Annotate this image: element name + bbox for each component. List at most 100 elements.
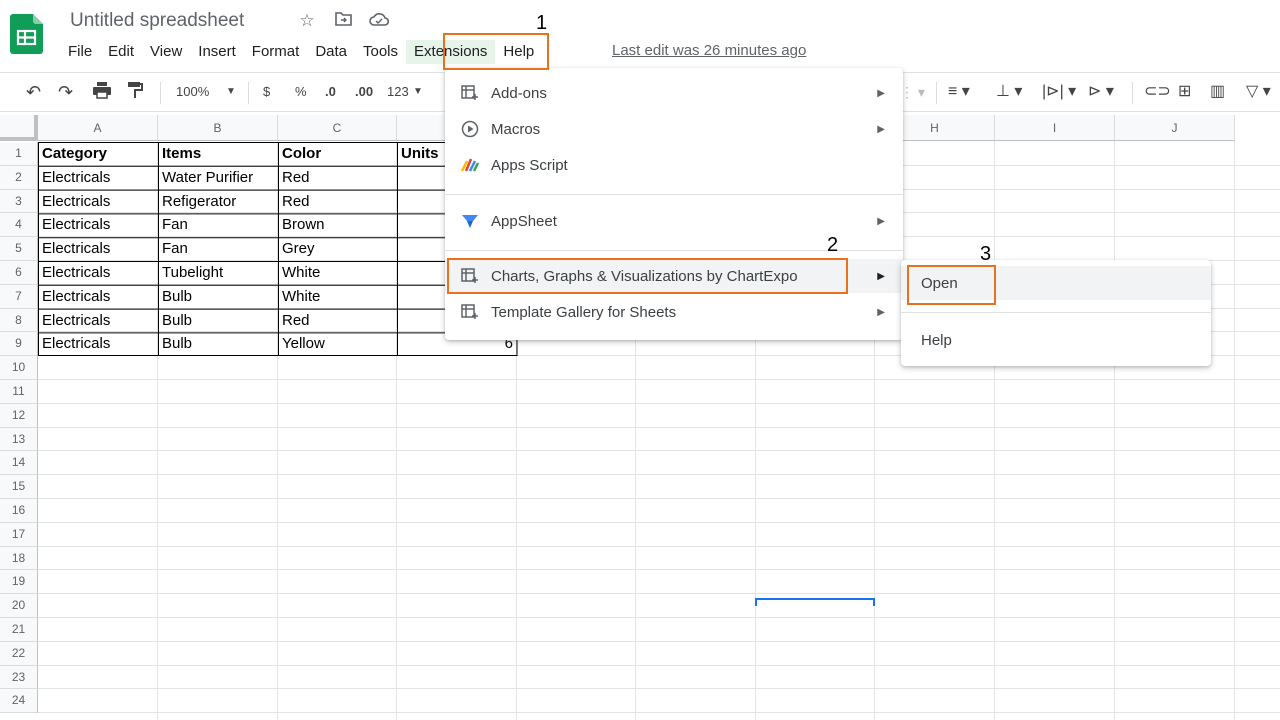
row-header[interactable]: 22 xyxy=(0,641,38,666)
zoom-dropdown-icon[interactable]: ▼ xyxy=(226,81,236,103)
row-header[interactable]: 12 xyxy=(0,403,38,428)
cell[interactable]: Color xyxy=(278,142,397,166)
cell[interactable]: Electricals xyxy=(38,166,158,190)
menu-data[interactable]: Data xyxy=(307,40,355,64)
cell[interactable]: Grey xyxy=(278,237,397,261)
row-header[interactable]: 17 xyxy=(0,522,38,547)
more-toolbar-icon[interactable]: ⋮ ▾ xyxy=(900,81,925,103)
menu-item-add-ons[interactable]: Add-ons ▶ xyxy=(445,76,903,110)
submenu-arrow-icon: ▶ xyxy=(877,270,885,282)
horizontal-align-icon[interactable]: ≡ ▾ xyxy=(948,81,970,103)
menu-edit[interactable]: Edit xyxy=(100,40,142,64)
submenu-item-help[interactable]: Help xyxy=(901,323,1211,357)
menu-item-apps-script[interactable]: Apps Script xyxy=(445,148,903,182)
print-icon[interactable] xyxy=(92,81,112,103)
more-formats-dropdown-icon[interactable]: ▼ xyxy=(413,81,423,103)
insert-comment-icon[interactable]: ⊞ xyxy=(1178,81,1191,103)
insert-link-icon[interactable]: ⊂⊃ xyxy=(1144,81,1171,103)
cell[interactable]: Electricals xyxy=(38,309,158,333)
row-header[interactable]: 6 xyxy=(0,261,38,285)
menu-format[interactable]: Format xyxy=(244,40,308,64)
menu-file[interactable]: File xyxy=(60,40,100,64)
vertical-align-icon[interactable]: ⊥ ▾ xyxy=(996,81,1022,103)
move-folder-icon[interactable] xyxy=(332,11,354,31)
cell[interactable]: Brown xyxy=(278,213,397,237)
row-header[interactable]: 5 xyxy=(0,237,38,261)
cell[interactable]: Category xyxy=(38,142,158,166)
active-cell-selection[interactable] xyxy=(755,598,875,606)
cell[interactable]: Electricals xyxy=(38,190,158,214)
cell[interactable]: Water Purifier xyxy=(158,166,278,190)
menu-item-template-gallery[interactable]: Template Gallery for Sheets ▶ xyxy=(445,295,903,329)
cell[interactable]: Electricals xyxy=(38,213,158,237)
row-header[interactable]: 2 xyxy=(0,165,38,190)
cell[interactable]: Red xyxy=(278,190,397,214)
grid-row-line xyxy=(38,474,1280,476)
row-header[interactable]: 24 xyxy=(0,689,38,714)
row-header[interactable]: 1 xyxy=(0,142,38,166)
more-formats-button[interactable]: 123 xyxy=(387,81,409,103)
menu-insert[interactable]: Insert xyxy=(190,40,244,64)
last-edit-link[interactable]: Last edit was 26 minutes ago xyxy=(612,42,806,59)
row-header[interactable]: 18 xyxy=(0,546,38,571)
cell[interactable]: Red xyxy=(278,166,397,190)
row-header[interactable]: 10 xyxy=(0,356,38,380)
column-header[interactable]: J xyxy=(1115,115,1235,141)
text-wrap-icon[interactable]: |⊳| ▾ xyxy=(1042,81,1076,103)
row-header[interactable]: 9 xyxy=(0,332,38,357)
row-header[interactable]: 4 xyxy=(0,213,38,238)
cell[interactable]: Bulb xyxy=(158,332,278,356)
cell[interactable]: Electricals xyxy=(38,261,158,285)
currency-format-button[interactable]: $ xyxy=(263,81,270,103)
row-header[interactable]: 15 xyxy=(0,475,38,499)
cell[interactable]: White xyxy=(278,261,397,285)
select-all-corner[interactable] xyxy=(0,115,38,141)
document-title[interactable]: Untitled spreadsheet xyxy=(70,10,244,32)
filter-icon[interactable]: ▽ ▾ xyxy=(1246,81,1271,103)
cell[interactable]: Fan xyxy=(158,213,278,237)
redo-icon[interactable]: ↷ xyxy=(58,81,73,103)
row-header[interactable]: 14 xyxy=(0,451,38,476)
column-header[interactable]: A xyxy=(38,115,158,141)
row-header[interactable]: 3 xyxy=(0,189,38,214)
cell[interactable]: Yellow xyxy=(278,332,397,356)
row-header[interactable]: 20 xyxy=(0,594,38,618)
cell[interactable]: Electricals xyxy=(38,285,158,309)
column-header[interactable]: C xyxy=(278,115,397,141)
cell[interactable]: Fan xyxy=(158,237,278,261)
text-rotation-icon[interactable]: ⊳ ▾ xyxy=(1088,81,1114,103)
google-sheets-logo-icon[interactable] xyxy=(10,14,43,54)
cell[interactable]: Bulb xyxy=(158,309,278,333)
insert-chart-icon[interactable]: ▥ xyxy=(1210,81,1225,103)
paint-format-icon[interactable] xyxy=(126,81,144,103)
cell[interactable]: Red xyxy=(278,309,397,333)
menu-item-macros[interactable]: Macros ▶ xyxy=(445,112,903,146)
row-header[interactable]: 16 xyxy=(0,499,38,523)
column-header[interactable]: B xyxy=(158,115,278,141)
cloud-status-icon[interactable] xyxy=(368,11,390,31)
cell[interactable]: White xyxy=(278,285,397,309)
undo-icon[interactable]: ↶ xyxy=(26,81,41,103)
cell[interactable]: Refigerator xyxy=(158,190,278,214)
menu-tools[interactable]: Tools xyxy=(355,40,406,64)
increase-decimal-button[interactable]: .00 xyxy=(355,81,373,103)
cell[interactable]: Electricals xyxy=(38,237,158,261)
zoom-select[interactable]: 100% xyxy=(176,81,209,103)
menu-item-appsheet[interactable]: AppSheet ▶ xyxy=(445,204,903,238)
percent-format-button[interactable]: % xyxy=(295,81,307,103)
cell[interactable]: Items xyxy=(158,142,278,166)
row-header[interactable]: 23 xyxy=(0,665,38,690)
cell[interactable]: Bulb xyxy=(158,285,278,309)
row-header[interactable]: 8 xyxy=(0,308,38,333)
row-header[interactable]: 21 xyxy=(0,618,38,642)
cell[interactable]: Electricals xyxy=(38,332,158,356)
column-header[interactable]: I xyxy=(995,115,1115,141)
decrease-decimal-button[interactable]: .0 xyxy=(325,81,336,103)
row-header[interactable]: 7 xyxy=(0,284,38,309)
menu-view[interactable]: View xyxy=(142,40,190,64)
row-header[interactable]: 19 xyxy=(0,570,38,595)
star-icon[interactable]: ☆ xyxy=(296,11,318,31)
cell[interactable]: Tubelight xyxy=(158,261,278,285)
row-header[interactable]: 11 xyxy=(0,380,38,404)
row-header[interactable]: 13 xyxy=(0,427,38,452)
